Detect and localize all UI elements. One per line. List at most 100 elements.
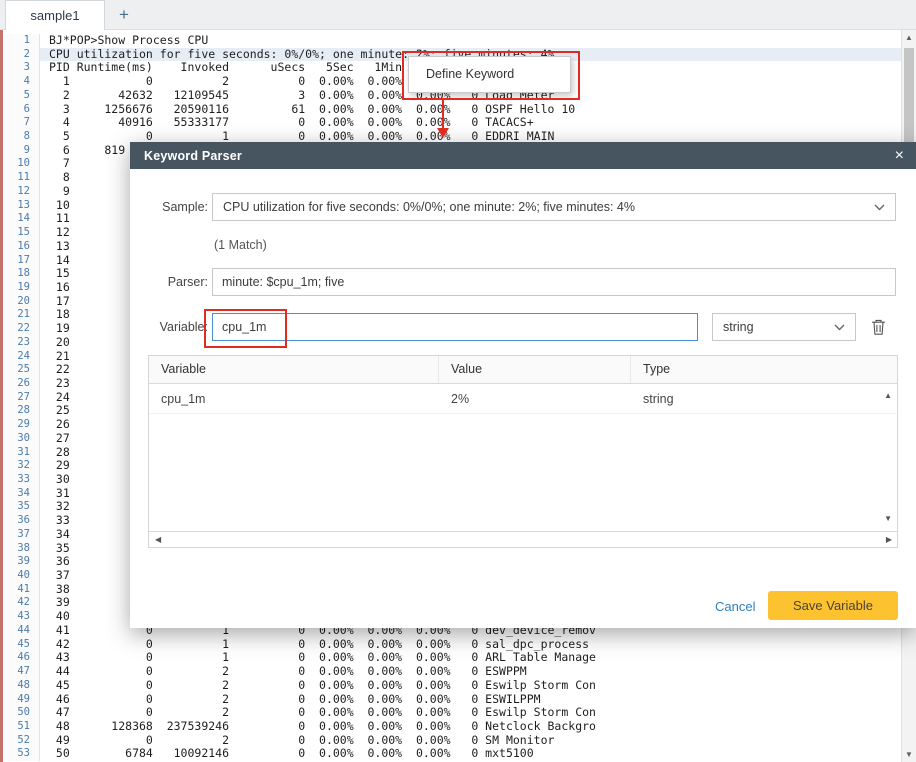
- line-number: 21: [0, 308, 40, 322]
- editor-line[interactable]: 1BJ*POP>Show Process CPU: [0, 34, 901, 48]
- code-text: 48 128368 237539246 0 0.00% 0.00% 0.00% …: [40, 720, 901, 734]
- editor-line[interactable]: 47 44 0 2 0 0.00% 0.00% 0.00% 0 ESWPPM: [0, 665, 901, 679]
- line-number: 13: [0, 199, 40, 213]
- new-tab-button[interactable]: +: [108, 0, 140, 30]
- line-number: 22: [0, 322, 40, 336]
- line-number: 14: [0, 212, 40, 226]
- line-number: 50: [0, 706, 40, 720]
- line-number: 43: [0, 610, 40, 624]
- code-text: 50 6784 10092146 0 0.00% 0.00% 0.00% 0 m…: [40, 747, 901, 761]
- line-number: 27: [0, 391, 40, 405]
- editor-line[interactable]: 46 43 0 1 0 0.00% 0.00% 0.00% 0 ARL Tabl…: [0, 651, 901, 665]
- line-number: 11: [0, 171, 40, 185]
- line-number: 37: [0, 528, 40, 542]
- line-number: 45: [0, 638, 40, 652]
- line-number: 34: [0, 487, 40, 501]
- code-text: 44 0 2 0 0.00% 0.00% 0.00% 0 ESWPPM: [40, 665, 901, 679]
- line-number: 24: [0, 350, 40, 364]
- line-number: 38: [0, 542, 40, 556]
- editor-line[interactable]: 48 45 0 2 0 0.00% 0.00% 0.00% 0 Eswilp S…: [0, 679, 901, 693]
- line-number: 2: [0, 48, 40, 62]
- chevron-down-icon: [874, 200, 885, 214]
- line-number: 12: [0, 185, 40, 199]
- column-header-type[interactable]: Type: [631, 356, 897, 383]
- table-scroll-up-icon[interactable]: ▲: [884, 392, 892, 400]
- editor-line[interactable]: 45 42 0 1 0 0.00% 0.00% 0.00% 0 sal_dpc_…: [0, 638, 901, 652]
- line-number: 1: [0, 34, 40, 48]
- line-number: 36: [0, 514, 40, 528]
- scroll-down-icon[interactable]: ▼: [902, 750, 916, 759]
- cell-variable: cpu_1m: [149, 384, 439, 413]
- menu-item-define-keyword[interactable]: Define Keyword: [409, 57, 570, 91]
- cancel-button[interactable]: Cancel: [715, 599, 755, 614]
- column-header-variable[interactable]: Variable: [149, 356, 439, 383]
- line-number: 52: [0, 734, 40, 748]
- code-text: BJ*POP>Show Process CPU: [40, 34, 901, 48]
- line-number: 33: [0, 473, 40, 487]
- line-number: 8: [0, 130, 40, 144]
- line-number: 51: [0, 720, 40, 734]
- line-number: 10: [0, 157, 40, 171]
- type-select[interactable]: string: [712, 313, 856, 341]
- editor-line[interactable]: 53 50 6784 10092146 0 0.00% 0.00% 0.00% …: [0, 747, 901, 761]
- annotation-arrow-head-icon: [437, 128, 449, 138]
- line-number: 4: [0, 75, 40, 89]
- editor-line[interactable]: 52 49 0 2 0 0.00% 0.00% 0.00% 0 SM Monit…: [0, 734, 901, 748]
- code-text: 49 0 2 0 0.00% 0.00% 0.00% 0 SM Monitor: [40, 734, 901, 748]
- editor-line[interactable]: 50 47 0 2 0 0.00% 0.00% 0.00% 0 Eswilp S…: [0, 706, 901, 720]
- scroll-up-icon[interactable]: ▲: [902, 33, 916, 42]
- line-number: 19: [0, 281, 40, 295]
- editor-line[interactable]: 7 4 40916 55333177 0 0.00% 0.00% 0.00% 0…: [0, 116, 901, 130]
- code-text: 3 1256676 20590116 61 0.00% 0.00% 0.00% …: [40, 103, 901, 117]
- line-number: 28: [0, 404, 40, 418]
- table-scroll-down-icon[interactable]: ▼: [884, 515, 892, 523]
- line-number: 29: [0, 418, 40, 432]
- cell-value: 2%: [439, 384, 631, 413]
- line-number: 32: [0, 459, 40, 473]
- scrollbar-thumb[interactable]: [904, 48, 914, 144]
- close-icon[interactable]: ×: [895, 148, 904, 164]
- editor-change-marker-strip: [0, 30, 3, 762]
- save-variable-button[interactable]: Save Variable: [768, 591, 898, 620]
- trash-icon[interactable]: [870, 318, 888, 337]
- line-number: 26: [0, 377, 40, 391]
- editor-line[interactable]: 51 48 128368 237539246 0 0.00% 0.00% 0.0…: [0, 720, 901, 734]
- line-number: 46: [0, 651, 40, 665]
- tab-sample1[interactable]: sample1: [5, 0, 105, 30]
- table-horizontal-scrollbar[interactable]: ◀ ▶: [149, 531, 897, 547]
- tab-label: sample1: [30, 8, 79, 23]
- table-body: cpu_1m2%string ▲ ▼: [149, 384, 897, 531]
- line-number: 42: [0, 596, 40, 610]
- line-number: 15: [0, 226, 40, 240]
- table-row[interactable]: cpu_1m2%string: [149, 384, 897, 414]
- dialog-header: Keyword Parser ×: [130, 142, 916, 169]
- sample-select-value: CPU utilization for five seconds: 0%/0%;…: [223, 200, 874, 214]
- line-number: 16: [0, 240, 40, 254]
- variables-table: Variable Value Type cpu_1m2%string ▲ ▼ ◀…: [148, 355, 898, 548]
- line-number: 3: [0, 61, 40, 75]
- annotation-arrow: [442, 98, 444, 129]
- column-header-value[interactable]: Value: [439, 356, 631, 383]
- parser-input[interactable]: [212, 268, 896, 296]
- code-text: 42 0 1 0 0.00% 0.00% 0.00% 0 sal_dpc_pro…: [40, 638, 901, 652]
- line-number: 41: [0, 583, 40, 597]
- editor-line[interactable]: 49 46 0 2 0 0.00% 0.00% 0.00% 0 ESWILPPM: [0, 693, 901, 707]
- chevron-down-icon: [834, 320, 845, 334]
- line-number: 48: [0, 679, 40, 693]
- tab-bar: sample1 +: [0, 0, 916, 30]
- keyword-parser-dialog: Keyword Parser × Sample: CPU utilization…: [130, 142, 916, 628]
- line-number: 20: [0, 295, 40, 309]
- line-number: 39: [0, 555, 40, 569]
- code-text: 4 40916 55333177 0 0.00% 0.00% 0.00% 0 T…: [40, 116, 901, 130]
- code-text: 45 0 2 0 0.00% 0.00% 0.00% 0 Eswilp Stor…: [40, 679, 901, 693]
- editor-line[interactable]: 6 3 1256676 20590116 61 0.00% 0.00% 0.00…: [0, 103, 901, 117]
- table-scroll-right-icon[interactable]: ▶: [886, 536, 892, 544]
- line-number: 5: [0, 89, 40, 103]
- sample-select[interactable]: CPU utilization for five seconds: 0%/0%;…: [212, 193, 896, 221]
- code-text: 47 0 2 0 0.00% 0.00% 0.00% 0 Eswilp Stor…: [40, 706, 901, 720]
- table-scroll-left-icon[interactable]: ◀: [155, 536, 161, 544]
- code-text: 46 0 2 0 0.00% 0.00% 0.00% 0 ESWILPPM: [40, 693, 901, 707]
- cell-type: string: [631, 384, 897, 413]
- context-menu: Define Keyword: [408, 56, 571, 93]
- variable-input[interactable]: [212, 313, 698, 341]
